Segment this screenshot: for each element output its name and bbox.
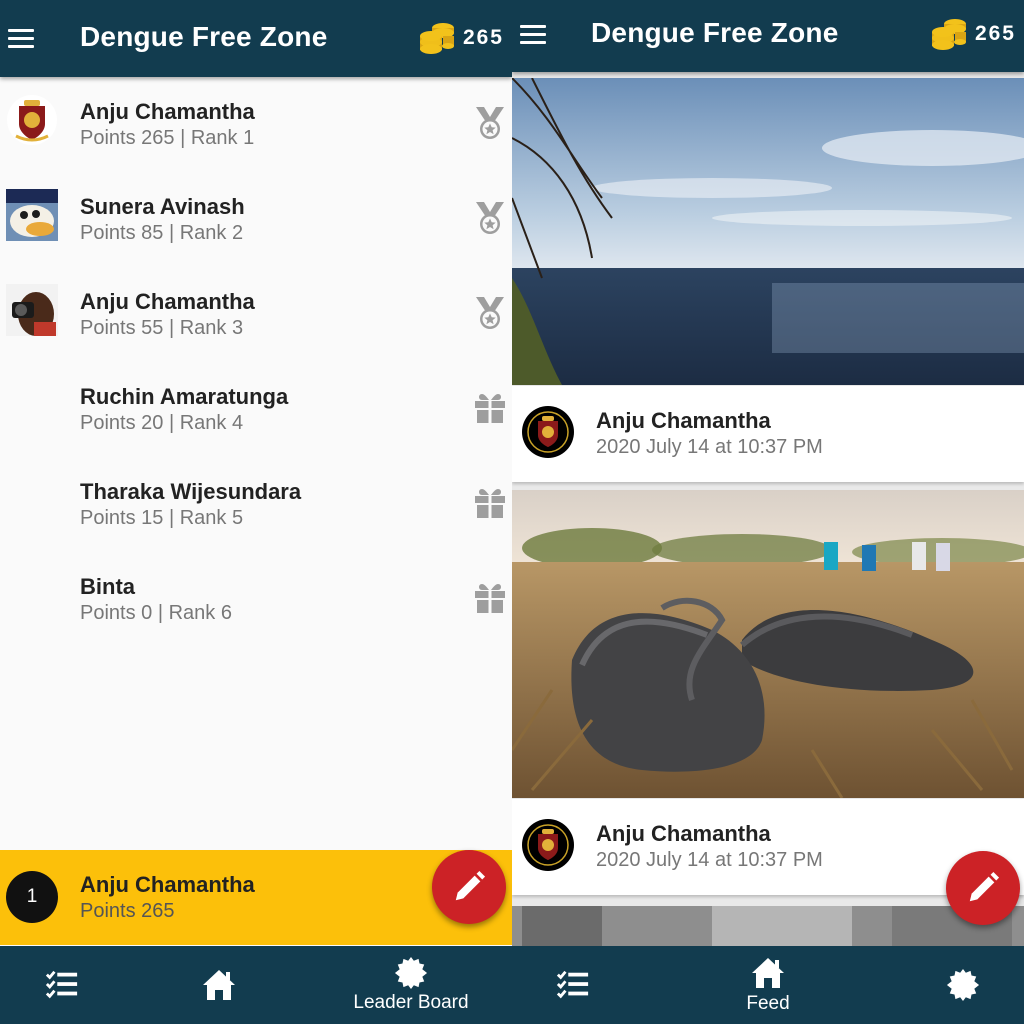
feed-screen: Dengue Free Zone 265 Anju Chamantha 2020… bbox=[512, 0, 1024, 1024]
nav-home[interactable] bbox=[134, 946, 304, 1024]
user-name: Anju Chamantha bbox=[80, 289, 255, 314]
medal-icon bbox=[472, 200, 508, 236]
post-author: Anju Chamantha bbox=[596, 408, 771, 433]
post-time: 2020 July 14 at 10:37 PM bbox=[596, 436, 823, 458]
checklist-icon bbox=[45, 968, 79, 1002]
user-points-rank: Points 20 | Rank 4 bbox=[80, 412, 244, 434]
post-image[interactable] bbox=[512, 906, 1024, 946]
leaderboard-row[interactable]: Anju Chamantha Points 265 | Rank 1 bbox=[0, 77, 512, 172]
user-name: Tharaka Wijesundara bbox=[80, 479, 302, 504]
current-user-rank-badge: 1 bbox=[6, 871, 58, 923]
coins-icon bbox=[419, 20, 455, 56]
leaderboard-row[interactable]: Ruchin Amaratunga Points 20 | Rank 4 bbox=[0, 362, 512, 457]
user-points-rank: Points 55 | Rank 3 bbox=[80, 317, 244, 339]
user-name: Ruchin Amaratunga bbox=[80, 384, 289, 409]
coin-count: 265 bbox=[462, 26, 504, 49]
user-points-rank: Points 85 | Rank 2 bbox=[80, 222, 244, 244]
badge-icon bbox=[946, 968, 980, 1002]
coin-count: 265 bbox=[974, 22, 1016, 45]
user-points-rank: Points 0 | Rank 6 bbox=[80, 602, 232, 624]
gift-icon bbox=[472, 485, 508, 521]
app-title: Dengue Free Zone bbox=[80, 21, 328, 52]
coin-balance: 265 bbox=[931, 16, 1016, 52]
avatar bbox=[522, 406, 574, 458]
user-name: Sunera Avinash bbox=[80, 194, 245, 219]
medal-icon bbox=[472, 295, 508, 331]
user-points-rank: Points 15 | Rank 5 bbox=[80, 507, 244, 529]
medal-icon bbox=[472, 105, 508, 141]
badge-icon bbox=[394, 956, 428, 990]
avatar bbox=[6, 189, 58, 241]
leaderboard-row[interactable]: Tharaka Wijesundara Points 15 | Rank 5 bbox=[0, 457, 512, 552]
home-icon bbox=[750, 955, 786, 991]
nav-leaderboard[interactable]: Leader Board bbox=[326, 946, 496, 1024]
new-post-button[interactable] bbox=[946, 851, 1020, 925]
current-user-name: Anju Chamantha bbox=[80, 872, 255, 897]
current-user-points: Points 265 bbox=[80, 900, 175, 922]
post-author: Anju Chamantha bbox=[596, 821, 771, 846]
coins-icon bbox=[931, 16, 967, 52]
coin-balance: 265 bbox=[419, 20, 504, 56]
nav-tasks[interactable] bbox=[0, 946, 147, 1024]
home-icon bbox=[201, 967, 237, 1003]
user-points-rank: Points 265 | Rank 1 bbox=[80, 127, 255, 149]
app-bar: Dengue Free Zone 265 bbox=[512, 0, 1024, 72]
post-image[interactable] bbox=[512, 490, 1024, 798]
checklist-icon bbox=[556, 968, 590, 1002]
leaderboard-row[interactable]: Binta Points 0 | Rank 6 bbox=[0, 552, 512, 647]
app-title: Dengue Free Zone bbox=[591, 17, 839, 48]
nav-leaderboard-label: Leader Board bbox=[353, 992, 469, 1013]
avatar bbox=[6, 94, 58, 146]
nav-feed-label: Feed bbox=[746, 993, 790, 1014]
gift-icon bbox=[472, 390, 508, 426]
gift-icon bbox=[472, 580, 508, 616]
nav-tasks[interactable] bbox=[512, 946, 658, 1024]
avatar bbox=[6, 284, 58, 336]
leaderboard-row[interactable]: Sunera Avinash Points 85 | Rank 2 bbox=[0, 172, 512, 267]
pencil-icon bbox=[452, 870, 486, 904]
post-card[interactable]: Anju Chamantha 2020 July 14 at 10:37 PM bbox=[512, 386, 1024, 482]
post-image[interactable] bbox=[512, 78, 1024, 385]
pencil-icon bbox=[966, 871, 1000, 905]
leaderboard-row[interactable]: Anju Chamantha Points 55 | Rank 3 bbox=[0, 267, 512, 362]
leaderboard-screen: Dengue Free Zone 265 Anju Chamantha Poin… bbox=[0, 0, 512, 1024]
nav-feed[interactable]: Feed bbox=[683, 946, 853, 1024]
leaderboard-list: Anju Chamantha Points 265 | Rank 1 Suner… bbox=[0, 77, 512, 647]
avatar bbox=[522, 819, 574, 871]
app-bar: Dengue Free Zone 265 bbox=[0, 0, 512, 77]
bottom-navigation: Leader Board bbox=[0, 946, 512, 1024]
post-time: 2020 July 14 at 10:37 PM bbox=[596, 849, 823, 871]
menu-icon[interactable] bbox=[8, 24, 36, 52]
nav-leaderboard[interactable] bbox=[878, 946, 1024, 1024]
new-post-button[interactable] bbox=[432, 850, 506, 924]
menu-icon[interactable] bbox=[520, 20, 548, 48]
user-name: Anju Chamantha bbox=[80, 99, 255, 124]
bottom-navigation: Feed bbox=[512, 946, 1024, 1024]
user-name: Binta bbox=[80, 574, 135, 599]
